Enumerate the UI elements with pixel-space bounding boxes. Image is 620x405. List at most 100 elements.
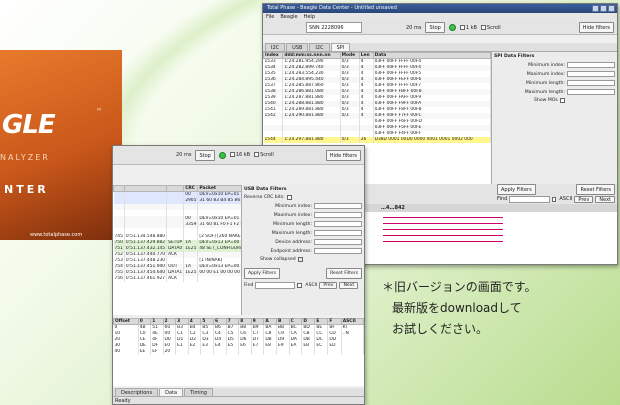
filter-input[interactable] bbox=[567, 89, 615, 95]
hex-cell bbox=[263, 348, 278, 355]
minimize-icon[interactable] bbox=[592, 5, 599, 12]
table-row[interactable]: 751 0:51.137.432.145 DATA0 1E25 48 SET_CONFI… bbox=[113, 245, 241, 252]
table-cell: 0:51.137.432.145 bbox=[124, 245, 168, 252]
front-ms-value: 20 ms bbox=[176, 152, 192, 158]
table-cell: DEV=0x10 EP=01 bbox=[197, 215, 241, 222]
filter-label: Maximum length: bbox=[271, 230, 312, 236]
table-cell: 3359 bbox=[183, 221, 199, 228]
filter-input[interactable] bbox=[314, 203, 362, 209]
filter-label: Minimum index: bbox=[275, 203, 312, 209]
filter-row: Minimum length: bbox=[494, 80, 615, 86]
show-mo-label: Show MOs bbox=[534, 98, 558, 103]
note-line-3: お試しください。 bbox=[392, 322, 489, 336]
table-cell: 750 bbox=[113, 239, 125, 246]
table-cell: 1544 bbox=[263, 136, 284, 143]
note-line-1: ＊旧バージョンの画面です。 bbox=[382, 280, 537, 294]
filter-row: Minimum index: bbox=[494, 62, 615, 68]
table-cell: 31 60 83 B4 85 86 87 88 89 8A 8B 8C bbox=[197, 197, 241, 204]
scroll-checkbox[interactable] bbox=[480, 24, 486, 30]
usb-filters-title: USB Data Filters bbox=[244, 187, 287, 192]
tab-spi[interactable]: SPI bbox=[330, 43, 351, 51]
menu-help[interactable]: Help bbox=[304, 13, 315, 21]
prev-button[interactable]: Prev bbox=[574, 195, 594, 203]
filter-input[interactable] bbox=[314, 239, 362, 245]
front-kb-checkbox[interactable] bbox=[229, 152, 235, 157]
table-row[interactable]: 756 0:51.137.461.927 ACK bbox=[113, 275, 241, 282]
apply-filters-button[interactable]: Apply Filters bbox=[497, 183, 536, 195]
table-cell: 745 bbox=[113, 233, 125, 240]
filter-input[interactable] bbox=[314, 221, 362, 227]
hex-cell bbox=[327, 348, 342, 355]
stop-button[interactable]: Stop bbox=[425, 22, 445, 33]
scroll-label: Scroll bbox=[486, 24, 501, 31]
maximize-icon[interactable] bbox=[600, 5, 607, 12]
front-scroll-checkbox[interactable] bbox=[254, 152, 260, 157]
version-note: ＊旧バージョンの画面です。 最新版をdownloadして お試しください。 bbox=[382, 277, 537, 340]
filter-row: Device address: bbox=[244, 239, 362, 245]
device-select[interactable]: SNN 2228096 bbox=[306, 22, 362, 33]
front-reset-filters-button[interactable]: Reset Filters bbox=[325, 268, 362, 279]
note-line-2: 最新版をdownloadして bbox=[392, 301, 522, 315]
spi-filters-title: SPI Data Filters bbox=[494, 54, 535, 59]
find-input[interactable] bbox=[509, 195, 550, 203]
reset-filters-button[interactable]: Reset Filters bbox=[576, 183, 615, 195]
hex-cell bbox=[289, 348, 303, 355]
front-apply-filters-button[interactable]: Apply Filters bbox=[244, 268, 281, 279]
tab-timing[interactable]: Timing bbox=[184, 388, 213, 396]
front-prev-button[interactable]: Prev bbox=[319, 282, 338, 289]
hex-cell bbox=[314, 348, 329, 355]
show-collapsed-checkbox[interactable] bbox=[297, 257, 303, 262]
front-stop-button[interactable]: Stop bbox=[195, 149, 215, 161]
menu-file[interactable]: File bbox=[266, 13, 274, 21]
filter-input[interactable] bbox=[314, 248, 362, 254]
table-cell: SETUP bbox=[166, 239, 185, 246]
next-button[interactable]: Next bbox=[595, 195, 615, 203]
hex-cell bbox=[175, 348, 189, 355]
front-find-label: Find bbox=[244, 283, 254, 288]
filter-label: Minimum length: bbox=[526, 80, 565, 86]
filter-input[interactable] bbox=[567, 71, 615, 77]
hex-cell bbox=[226, 348, 240, 355]
ascii-checkbox[interactable] bbox=[552, 196, 557, 202]
hide-filters-button[interactable]: Hide filters bbox=[578, 22, 614, 33]
back-menubar: File Beagle Help bbox=[263, 13, 617, 21]
tab-i2c[interactable]: I2C bbox=[265, 43, 286, 51]
tab-i2c-2[interactable]: I2C bbox=[309, 43, 330, 51]
show-mo-checkbox[interactable] bbox=[559, 98, 565, 103]
table-cell: 1:24.297.881.880 bbox=[282, 136, 341, 143]
back-toolbar: SNN 2228096 20 ms Stop 1 kB Scroll Hide … bbox=[263, 21, 617, 35]
tab-data[interactable]: Data bbox=[159, 388, 184, 396]
table-row[interactable]: 754 0:51.137.451.940 OUT 1A DEV=0x13 EP=00 bbox=[113, 263, 241, 270]
reverse-crc-checkbox[interactable] bbox=[286, 195, 292, 200]
table-row[interactable]: 755 0:51.137.454.640 DATA1 1E25 00 00 E1 00 … bbox=[113, 269, 241, 276]
menu-beagle[interactable]: Beagle bbox=[280, 13, 297, 21]
show-collapsed-label: Show collapsed bbox=[260, 257, 296, 262]
filter-input[interactable] bbox=[567, 80, 615, 86]
front-status-led-icon bbox=[218, 151, 226, 159]
find-label: Find bbox=[497, 196, 508, 202]
box-url: www.totalphase.com bbox=[30, 232, 83, 238]
front-hide-filters-button[interactable]: Hide filters bbox=[325, 149, 361, 161]
front-find-input[interactable] bbox=[255, 282, 296, 289]
hex-line bbox=[383, 226, 503, 230]
front-hex-view: Offset 0 1 2 3 4 5 6 7 8 9 A B C D E F ASCII 0 4B 51 60 B3 B4 B… bbox=[113, 318, 364, 386]
table-cell: DEV=0x13 EP=00 bbox=[197, 239, 241, 246]
close-icon[interactable] bbox=[608, 5, 615, 12]
box-subtitle: NALYZER bbox=[0, 153, 50, 162]
filter-input[interactable] bbox=[567, 62, 615, 68]
front-ascii-checkbox[interactable] bbox=[297, 283, 303, 288]
table-row[interactable]: 750 0:51.137.429.882 SETUP 1A DEV=0x13 EP=00 bbox=[113, 239, 241, 246]
kb-checkbox[interactable] bbox=[459, 24, 465, 30]
filter-input[interactable] bbox=[314, 230, 362, 236]
front-next-button[interactable]: Next bbox=[339, 282, 359, 289]
table-cell: 0/3 bbox=[340, 136, 360, 143]
usb-filters-panel: USB Data Filters Reverse CRC bits: Minim… bbox=[241, 185, 364, 315]
hex-cell bbox=[301, 348, 316, 355]
tab-usb[interactable]: USB bbox=[286, 43, 309, 51]
table-cell: 31 60 81 F0 F1 F2 F3 F4 F5 F6 F7 F8 F9 bbox=[197, 221, 241, 228]
hex-cell bbox=[276, 348, 290, 355]
tab-descriptions[interactable]: Descriptions bbox=[115, 388, 159, 396]
table-row-highlighted[interactable]: 1544 1:24.297.881.880 0/3 26 D38D 0001 00D0 … bbox=[263, 136, 491, 143]
filter-label: Minimum index: bbox=[528, 62, 565, 68]
filter-input[interactable] bbox=[314, 212, 362, 218]
